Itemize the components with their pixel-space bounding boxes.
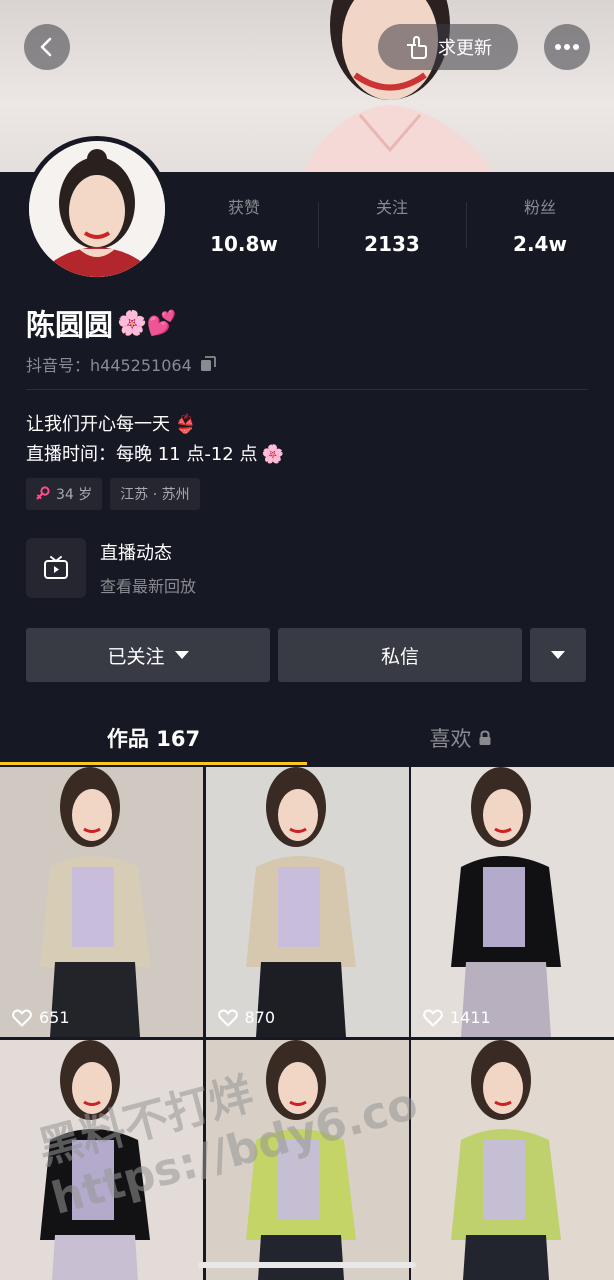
stat-likes[interactable]: 获赞 10.8w: [170, 192, 318, 262]
video-like-count: 870: [217, 1008, 276, 1027]
caret-down-icon: [551, 651, 565, 659]
video-thumbnail-image: [411, 767, 614, 1037]
recommend-dropdown-button[interactable]: [530, 628, 586, 682]
message-label: 私信: [380, 645, 419, 668]
video-thumbnail[interactable]: [0, 1040, 203, 1280]
profile-tags: 34 岁 江苏 · 苏州: [26, 478, 200, 510]
stat-following[interactable]: 关注 2133: [318, 192, 466, 262]
age-text: 34 岁: [56, 487, 93, 503]
more-button[interactable]: [544, 24, 590, 70]
video-like-count: 1411: [423, 1008, 491, 1027]
location-tag: 江苏 · 苏州: [110, 478, 200, 510]
profile-name-text: 陈圆圆: [26, 308, 114, 342]
avatar-portrait: [29, 141, 165, 277]
home-indicator[interactable]: [198, 1262, 416, 1268]
profile-name-emoji: 🌸💕: [117, 309, 177, 337]
message-button[interactable]: 私信: [278, 628, 522, 682]
video-thumbnail-image: [411, 1040, 614, 1280]
video-thumbnail[interactable]: 651: [0, 767, 203, 1037]
stat-followers[interactable]: 粉丝 2.4w: [466, 192, 614, 262]
profile-stats: 获赞 10.8w 关注 2133 粉丝 2.4w: [170, 192, 614, 262]
heart-icon: [423, 1008, 443, 1026]
video-thumbnail[interactable]: 870: [205, 767, 409, 1037]
bio-text: 直播时间：每晚 11 点-12 点: [26, 444, 258, 465]
request-update-button[interactable]: 求更新: [378, 24, 518, 70]
bio-emoji: 🌸: [261, 444, 284, 465]
chevron-left-icon: [40, 37, 52, 57]
stat-value: 2.4w: [513, 232, 567, 256]
tab-underline: [0, 762, 307, 765]
stat-label: 关注: [375, 198, 408, 217]
lock-icon: [479, 730, 490, 745]
stat-label: 获赞: [227, 198, 260, 217]
profile-bio: 让我们开心每一天 👙 直播时间：每晚 11 点-12 点 🌸: [26, 410, 284, 470]
douyin-id[interactable]: 抖音号：h445251064: [26, 352, 216, 376]
bio-text: 让我们开心每一天: [26, 414, 170, 435]
tab-works-label: 作品 167: [106, 727, 201, 751]
profile-actions: 已关注 私信: [26, 628, 586, 682]
live-icon-box: [26, 538, 86, 598]
video-grid: 651 870 1411: [0, 767, 614, 1280]
video-thumbnail[interactable]: [205, 1040, 409, 1280]
tab-likes-label: 喜欢: [429, 727, 472, 751]
stat-label: 粉丝: [523, 198, 556, 217]
followed-label: 已关注: [107, 645, 165, 668]
video-thumbnail-image: [0, 767, 203, 1037]
avatar[interactable]: [24, 136, 170, 282]
live-title: 直播动态: [100, 543, 172, 564]
hand-point-icon: [407, 36, 427, 59]
live-activity[interactable]: 直播动态 查看最新回放: [26, 538, 196, 598]
heart-icon: [217, 1008, 238, 1026]
divider: [26, 389, 588, 390]
location-text: 江苏 · 苏州: [120, 487, 190, 503]
copy-icon[interactable]: [200, 356, 216, 372]
heart-icon: [12, 1008, 32, 1026]
video-thumbnail[interactable]: [411, 1040, 614, 1280]
bio-emoji: 👙: [174, 414, 197, 435]
content-tabs: 作品 167 喜欢: [0, 710, 614, 766]
back-button[interactable]: [24, 24, 70, 70]
like-count: 1411: [450, 1008, 491, 1027]
profile-name: 陈圆圆 🌸💕: [26, 302, 177, 344]
like-count: 651: [39, 1008, 70, 1027]
stat-value: 2133: [364, 232, 420, 256]
video-thumbnail-image: [205, 767, 409, 1037]
video-thumbnail[interactable]: 1411: [411, 767, 614, 1037]
douyin-id-text: 抖音号：h445251064: [26, 356, 192, 375]
female-icon: [36, 486, 50, 500]
stat-value: 10.8w: [210, 232, 278, 256]
age-tag: 34 岁: [26, 478, 103, 510]
live-subtitle: 查看最新回放: [100, 577, 197, 596]
more-dots-icon: [555, 44, 579, 50]
bio-line: 直播时间：每晚 11 点-12 点 🌸: [26, 440, 284, 470]
caret-down-icon: [174, 651, 189, 659]
followed-button[interactable]: 已关注: [26, 628, 270, 682]
bio-line: 让我们开心每一天 👙: [26, 410, 284, 440]
tab-likes[interactable]: 喜欢: [307, 710, 614, 766]
like-count: 870: [244, 1008, 276, 1027]
request-update-label: 求更新: [438, 38, 492, 59]
video-thumbnail-image: [205, 1040, 409, 1280]
tv-play-icon: [44, 556, 68, 579]
video-thumbnail-image: [0, 1040, 203, 1280]
video-like-count: 651: [12, 1008, 70, 1027]
tab-works[interactable]: 作品 167: [0, 710, 307, 766]
